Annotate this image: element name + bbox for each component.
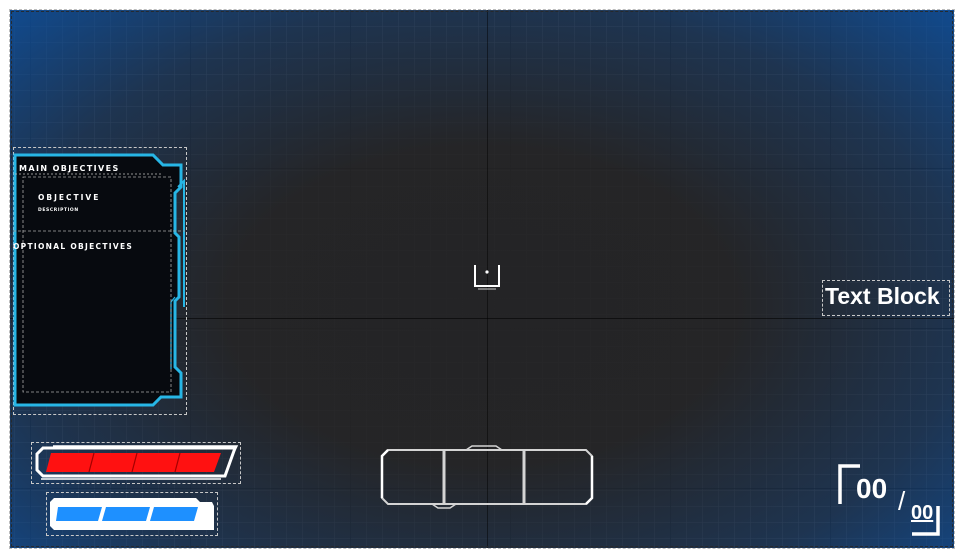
ammo-separator: /: [898, 486, 906, 516]
health-bar-bounds: [31, 442, 241, 484]
ammo-max: 00: [911, 502, 934, 524]
ammo-current: 00: [856, 473, 888, 504]
objectives-panel: MAIN OBJECTIVES OBJECTIVE DESCRIPTION OP…: [13, 147, 187, 415]
text-block: Text Block: [822, 280, 950, 316]
objective-name: OBJECTIVE: [38, 193, 101, 202]
main-objectives-title: MAIN OBJECTIVES: [19, 164, 120, 173]
objectives-panel-frame: [13, 153, 185, 407]
text-block-label: Text Block: [825, 283, 940, 309]
optional-objectives-title: OPTIONAL OBJECTIVES: [13, 242, 134, 251]
objective-description: DESCRIPTION: [38, 208, 79, 213]
ammo-counter: 00 / 00: [834, 460, 946, 540]
hotbar: [376, 444, 598, 516]
shield-bar-bounds: [46, 492, 218, 536]
crosshair-icon: [472, 262, 502, 292]
shield-bar: [46, 492, 218, 536]
health-bar: [31, 442, 241, 484]
